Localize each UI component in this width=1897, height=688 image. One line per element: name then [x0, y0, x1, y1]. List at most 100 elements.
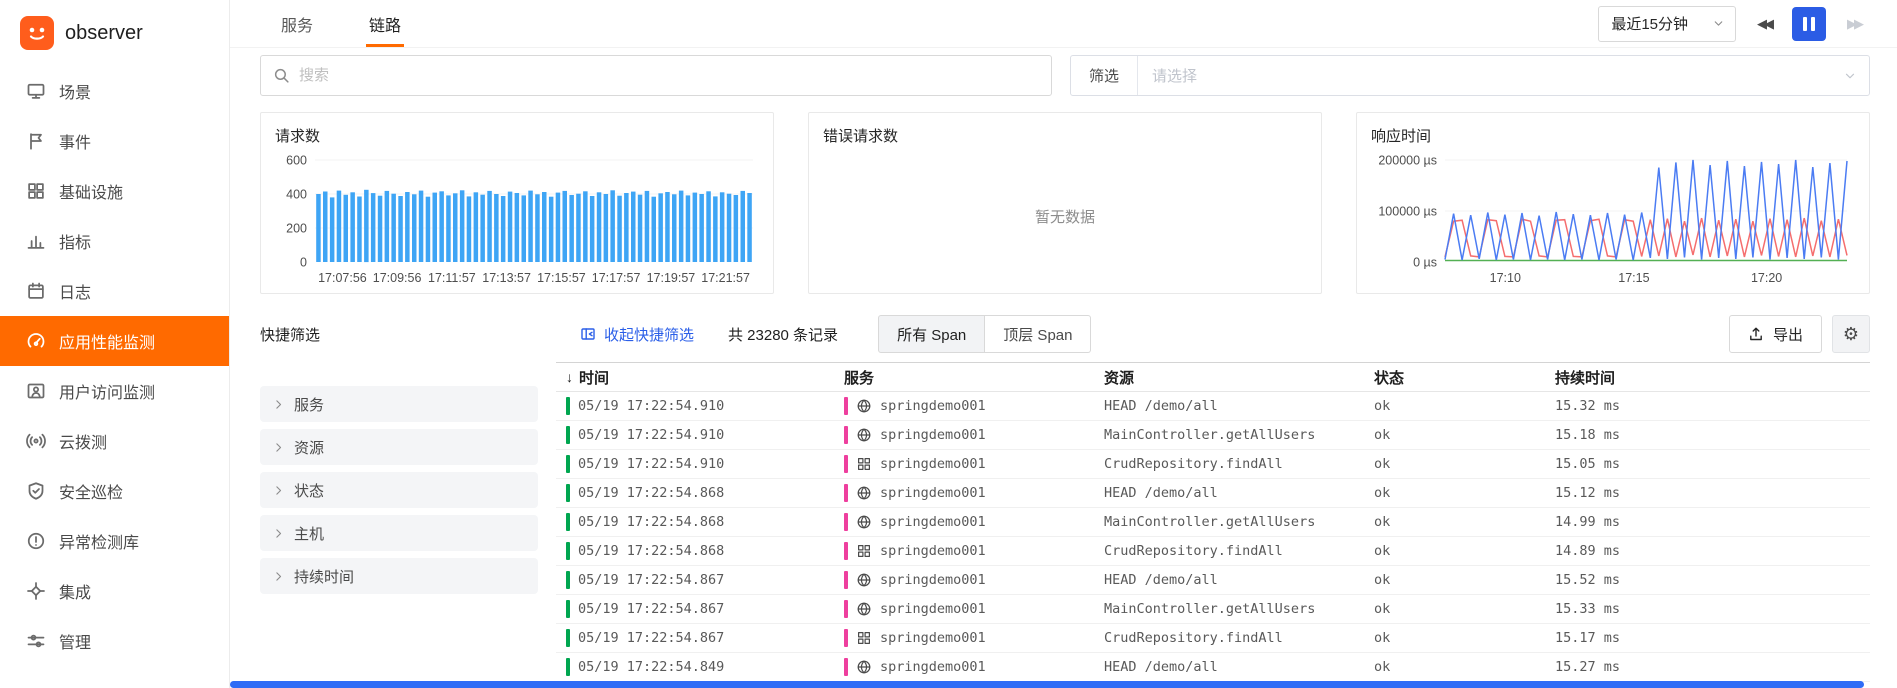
service-color-bar — [844, 658, 848, 676]
filter-accordion-item[interactable]: 状态 — [260, 472, 538, 508]
trace-color-bar — [566, 571, 570, 589]
monitor-icon — [26, 81, 46, 101]
manage-icon — [26, 631, 46, 651]
svg-text:0: 0 — [300, 256, 307, 270]
table-row[interactable]: 05/19 17:22:54.868 springdemo001 CrudRep… — [556, 537, 1870, 566]
sidebar-item[interactable]: 安全巡检 — [0, 466, 229, 516]
chevron-down-icon — [1843, 69, 1857, 83]
rewind-button[interactable]: ◀◀ — [1748, 7, 1780, 41]
chart-title: 响应时间 — [1371, 128, 1432, 145]
service-color-bar — [844, 426, 848, 444]
filter-accordion-item[interactable]: 持续时间 — [260, 558, 538, 594]
pause-icon — [1803, 16, 1807, 31]
svg-text:17:10: 17:10 — [1490, 271, 1521, 285]
search-box — [260, 55, 1052, 96]
charts-row: 请求数 0 200 400 600 17:07:56 17:09:56 17:11:57 17… — [260, 112, 1870, 294]
collapse-quick-filter-link[interactable]: 收起快捷筛选 — [580, 324, 694, 345]
quick-filter-panel: 服务 资源 状态 主机 持续时间 — [260, 362, 538, 601]
time-range-select[interactable]: 最近15分钟 — [1598, 5, 1736, 42]
filter-accordion-item[interactable]: 资源 — [260, 429, 538, 465]
time-controls: 最近15分钟 ◀◀ ▶▶ — [1598, 5, 1870, 42]
status-cell: ok — [1374, 572, 1391, 588]
resource-cell: HEAD /demo/all — [1104, 572, 1218, 588]
sidebar-item-label: 指标 — [59, 235, 92, 252]
content-area: 服务 资源 状态 主机 持续时间 ↓ 时间 服务 资源 状态 持续时间 05/1… — [260, 362, 1870, 688]
sidebar-item[interactable]: 异常检测库 — [0, 516, 229, 566]
service-color-bar — [844, 455, 848, 473]
search-filter-row: 筛选 请选择 — [260, 55, 1870, 96]
span-type-toggle: 所有 Span 顶层 Span — [878, 315, 1092, 353]
globe-icon — [856, 659, 872, 675]
table-row[interactable]: 05/19 17:22:54.868 springdemo001 HEAD /d… — [556, 479, 1870, 508]
service-color-bar — [844, 571, 848, 589]
svg-text:600: 600 — [286, 154, 307, 168]
table-row[interactable]: 05/19 17:22:54.867 springdemo001 HEAD /d… — [556, 566, 1870, 595]
svg-text:17:21:57: 17:21:57 — [701, 271, 750, 285]
span-type-tab[interactable]: 顶层 Span — [985, 315, 1092, 353]
chart-title: 请求数 — [275, 128, 321, 145]
svg-text:17:17:57: 17:17:57 — [592, 271, 641, 285]
chevron-right-icon — [272, 398, 285, 411]
time-cell: 05/19 17:22:54.867 — [556, 600, 834, 618]
sidebar-menu: 场景 事件 基础设施 指标 日志 应用性能监测 用户访问监测 云拨测 安全巡检 … — [0, 66, 229, 666]
sort-descending-icon: ↓ — [566, 369, 573, 385]
search-input[interactable] — [299, 67, 1039, 84]
sidebar-item[interactable]: 用户访问监测 — [0, 366, 229, 416]
column-header-time[interactable]: ↓ 时间 — [556, 367, 834, 388]
service-cell: springdemo001 — [834, 658, 1094, 676]
table-row[interactable]: 05/19 17:22:54.867 springdemo001 CrudRep… — [556, 624, 1870, 653]
duration-cell: 15.27 ms — [1555, 659, 1621, 675]
sidebar-item[interactable]: 应用性能监测 — [0, 316, 229, 366]
column-header-duration[interactable]: 持续时间 — [1545, 367, 1870, 388]
horizontal-scrollbar-thumb[interactable] — [230, 681, 1864, 688]
sidebar-item[interactable]: 基础设施 — [0, 166, 229, 216]
filter-accordion-item[interactable]: 主机 — [260, 515, 538, 551]
chevron-right-icon — [272, 441, 285, 454]
table-row[interactable]: 05/19 17:22:54.868 springdemo001 MainCon… — [556, 508, 1870, 537]
pause-button[interactable] — [1792, 6, 1826, 41]
sidebar-item-label: 安全巡检 — [59, 485, 124, 502]
page-tab[interactable]: 链路 — [366, 0, 405, 47]
shield-icon — [26, 481, 46, 501]
filter-accordion-item[interactable]: 服务 — [260, 386, 538, 422]
service-cell: springdemo001 — [834, 600, 1094, 618]
logo[interactable]: observer — [0, 8, 229, 66]
column-header-resource[interactable]: 资源 — [1094, 367, 1364, 388]
column-header-status[interactable]: 状态 — [1364, 367, 1545, 388]
filter-item-label: 持续时间 — [294, 568, 355, 586]
resource-cell: MainController.getAllUsers — [1104, 427, 1316, 443]
sidebar-item[interactable]: 云拨测 — [0, 416, 229, 466]
span-type-tab[interactable]: 所有 Span — [878, 315, 986, 353]
duration-cell: 15.12 ms — [1555, 485, 1621, 501]
column-header-service[interactable]: 服务 — [834, 367, 1094, 388]
sidebar-item[interactable]: 事件 — [0, 116, 229, 166]
fast-forward-button[interactable]: ▶▶ — [1838, 7, 1870, 41]
table-row[interactable]: 05/19 17:22:54.849 springdemo001 HEAD /d… — [556, 653, 1870, 682]
table-row[interactable]: 05/19 17:22:54.910 springdemo001 CrudRep… — [556, 450, 1870, 479]
chevron-right-icon — [272, 527, 285, 540]
table-row[interactable]: 05/19 17:22:54.867 springdemo001 MainCon… — [556, 595, 1870, 624]
filter-select[interactable]: 筛选 请选择 — [1070, 55, 1870, 96]
table-row[interactable]: 05/19 17:22:54.910 springdemo001 HEAD /d… — [556, 392, 1870, 421]
sidebar-item-label: 场景 — [59, 85, 92, 102]
status-cell: ok — [1374, 485, 1391, 501]
time-cell: 05/19 17:22:54.868 — [556, 513, 834, 531]
sidebar-item[interactable]: 场景 — [0, 66, 229, 116]
export-button[interactable]: 导出 — [1728, 315, 1822, 353]
column-settings-button[interactable]: ⚙ — [1832, 315, 1870, 353]
search-icon — [273, 67, 290, 84]
sidebar-item[interactable]: 管理 — [0, 616, 229, 666]
svg-text:200000 µs: 200000 µs — [1378, 154, 1437, 168]
sidebar-item[interactable]: 指标 — [0, 216, 229, 266]
svg-text:17:19:57: 17:19:57 — [647, 271, 696, 285]
filter-item-label: 主机 — [294, 525, 325, 543]
svg-text:17:20: 17:20 — [1751, 271, 1782, 285]
duration-cell: 15.32 ms — [1555, 398, 1621, 414]
trace-color-bar — [566, 426, 570, 444]
table-row[interactable]: 05/19 17:22:54.910 springdemo001 MainCon… — [556, 421, 1870, 450]
duration-cell: 14.89 ms — [1555, 543, 1621, 559]
fast-forward-icon: ▶▶ — [1847, 15, 1864, 31]
sidebar-item[interactable]: 集成 — [0, 566, 229, 616]
sidebar-item[interactable]: 日志 — [0, 266, 229, 316]
page-tab[interactable]: 服务 — [278, 0, 316, 47]
